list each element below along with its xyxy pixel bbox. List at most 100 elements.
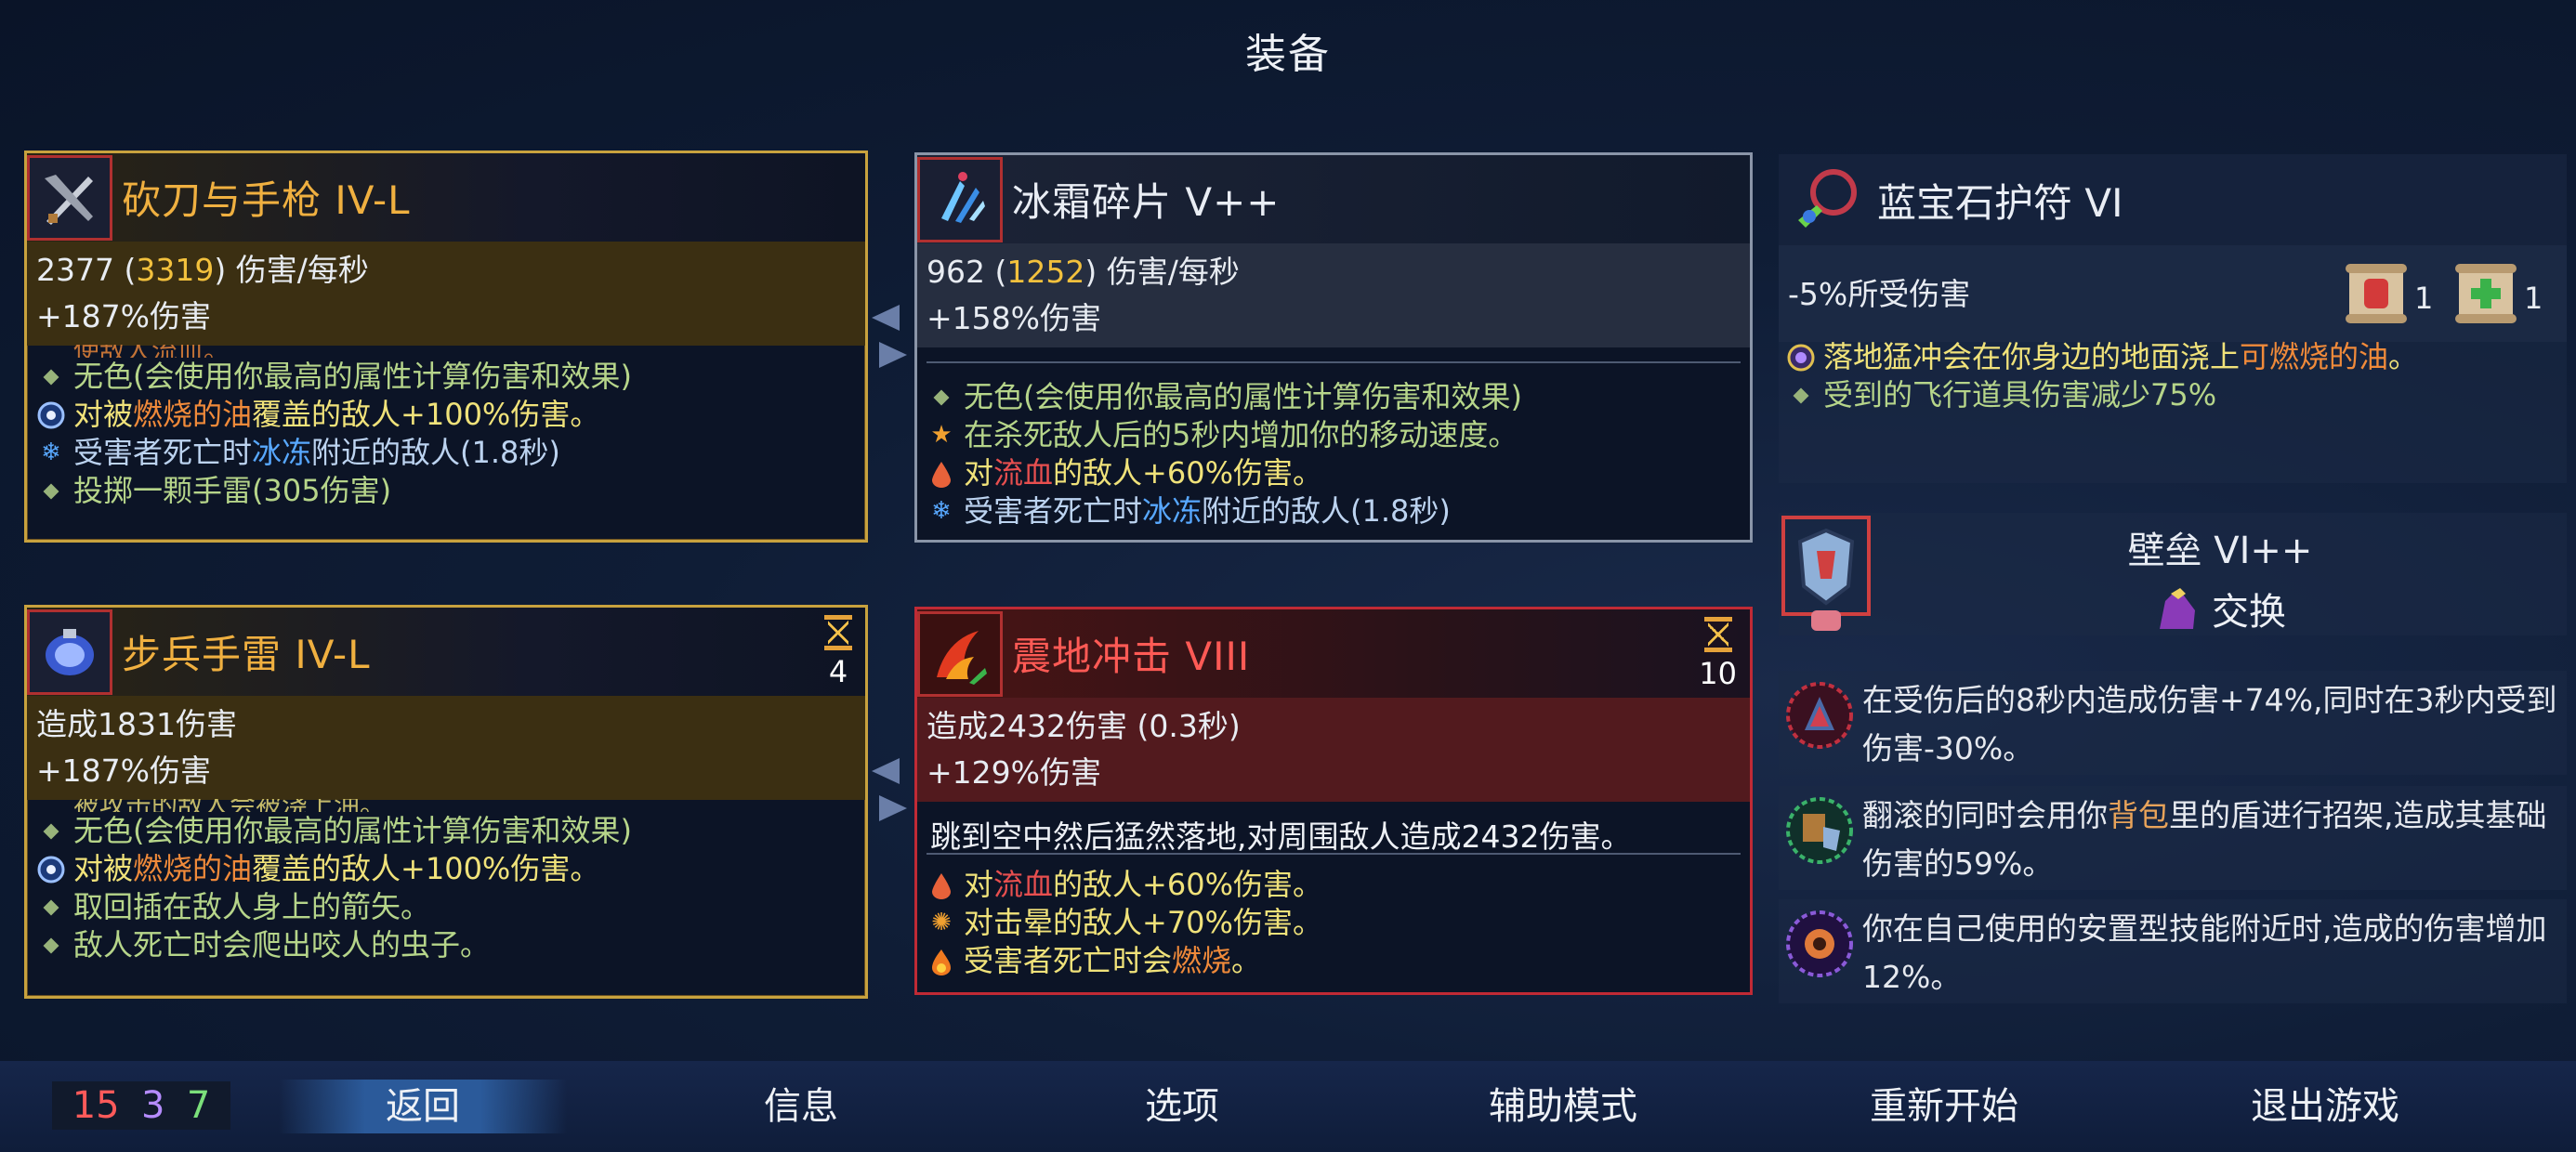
effect-row: 受害者死亡时会 燃烧。: [927, 942, 1741, 980]
diamond-bullet-icon: [43, 937, 59, 953]
weapon-effects: 使敌人流血。 无色(会使用你最高的属性计算伤害和效果) 对被燃烧的油覆盖的敌人+…: [36, 345, 856, 510]
effect-row: 敌人死亡时会爬出咬人的虫子。: [36, 926, 856, 964]
skill-slot-primary[interactable]: 步兵手雷 IV-L 4 造成1831伤害 +187%伤害 被攻击的敌人会被浇上油…: [24, 605, 868, 999]
diamond-bullet-icon: [43, 483, 59, 499]
snowflake-icon: ❄: [41, 439, 61, 466]
cooldown: 10: [1699, 617, 1737, 691]
weapon-name: 冰霜碎片 V++: [1012, 179, 1281, 225]
arrow-right-icon: [879, 795, 907, 821]
weapon-header: 冰霜碎片 V++: [917, 155, 1750, 243]
scroll-survival-count: 1: [2524, 281, 2543, 316]
arrow-right-icon: [879, 342, 907, 368]
skill-description: 跳到空中然后猛然落地,对周围敌人造成2432伤害。: [930, 818, 1632, 855]
effect-row: 对被 燃烧的油 覆盖的敌人+100%伤害。: [36, 396, 856, 434]
oil-swirl-icon: [36, 855, 66, 884]
skill-effects: 被攻击的敌人会被浇上油。 无色(会使用你最高的属性计算伤害和效果) 对被燃烧的油…: [36, 799, 856, 964]
skill-header: 步兵手雷 IV-L: [27, 608, 865, 696]
arrow-left-icon: [872, 305, 900, 331]
mutation-text: 翻滚的同时会用你背包里的盾进行招架,造成其基础伤害的59%。: [1862, 797, 2547, 882]
info-button[interactable]: 信息: [662, 1080, 940, 1133]
divider: [927, 361, 1741, 363]
skill-header: 震地冲击 VIII: [917, 609, 1750, 698]
cooldown-value: 10: [1699, 656, 1737, 691]
mutation-text: 在受伤后的8秒内造成伤害+74%,同时在3秒内受到伤害-30%。: [1862, 682, 2557, 766]
weapon-stats: 962 (1252) 伤害/每秒 +158%伤害: [917, 243, 1750, 347]
cooldown: 4: [824, 615, 852, 689]
assist-mode-button[interactable]: 辅助模式: [1424, 1080, 1702, 1133]
dps-value: 962 (: [927, 254, 1007, 290]
diamond-bullet-icon: [43, 369, 59, 385]
damage-bonus: +129%伤害: [927, 754, 1101, 791]
dps-value: 2377 (: [36, 252, 137, 288]
effect-row: 落地猛冲会在你身边的地面浇上 可燃烧的油。: [1786, 338, 2557, 376]
stun-icon: ✺: [931, 909, 952, 936]
blood-drop-icon: [927, 871, 956, 900]
vengeance-mutation-icon: [1782, 678, 1857, 753]
skill-slot-secondary[interactable]: 震地冲击 VIII 10 造成2432伤害 (0.3秒) +129%伤害 跳到空…: [914, 607, 1753, 995]
effect-row: 无色(会使用你最高的属性计算伤害和效果): [36, 358, 856, 396]
hourglass-icon: [1703, 617, 1732, 652]
hourglass-icon: [824, 615, 852, 650]
effect-row: 受到的飞行道具伤害减少75%: [1786, 376, 2557, 414]
damage-bonus: +187%伤害: [36, 753, 211, 789]
diamond-bullet-icon: [43, 899, 59, 915]
swap-arrows-skills: [868, 758, 911, 832]
ground-smash-icon: [917, 610, 1003, 697]
mutation-text: 你在自己使用的安置型技能附近时,造成的伤害增加12%。: [1862, 910, 2547, 995]
frost-shard-icon: [917, 156, 1003, 242]
damage-value: 造成1831伤害: [36, 706, 237, 742]
mutation-item[interactable]: 你在自己使用的安置型技能附近时,造成的伤害增加12%。: [1779, 899, 2567, 1003]
mutation-item[interactable]: 在受伤后的8秒内造成伤害+74%,同时在3秒内受到伤害-30%。: [1779, 671, 2567, 775]
effect-row: 投掷一颗手雷(305伤害): [36, 472, 856, 510]
effect-row: 对被 燃烧的油 覆盖的敌人+100%伤害。: [36, 850, 856, 888]
dps-high-value: 1252: [1006, 254, 1085, 290]
effect-row: ❄ 受害者死亡时 冰冻 附近的敌人(1.8秒): [36, 434, 856, 472]
amulet-stats: -5%所受伤害 1 1: [1779, 245, 2567, 342]
swap-button[interactable]: 交换: [2152, 582, 2286, 635]
weapon-effects: 无色(会使用你最高的属性计算伤害和效果) ★ 在杀死敌人后的5秒内增加你的移动速度…: [927, 378, 1741, 530]
weapon-header: 砍刀与手枪 IV-L: [27, 153, 865, 242]
skill-effects: 对流血 的敌人+60%伤害。 ✺ 对击晕的敌人+70%伤害。 受害者死亡时会 燃烧。: [927, 866, 1741, 980]
effect-row: 对流血 的敌人+60%伤害。: [927, 454, 1741, 492]
dps-unit: ) 伤害/每秒: [214, 252, 369, 288]
amulet-slot[interactable]: 蓝宝石护符 VI -5%所受伤害 1 1 落地猛冲会在你身边的地面浇上 可燃烧的油…: [1779, 154, 2567, 483]
skill-stats: 造成1831伤害 +187%伤害: [27, 696, 865, 800]
screen-title: 装备: [1245, 31, 1331, 78]
options-button[interactable]: 选项: [1043, 1080, 1321, 1133]
cut-effect: 被攻击的敌人会被浇上油。: [36, 799, 856, 812]
shield-name: 壁垒 VI++: [2127, 530, 2313, 572]
weapon-slot-primary[interactable]: 砍刀与手枪 IV-L 2377 (3319) 伤害/每秒 +187%伤害 使敌人…: [24, 151, 868, 543]
amulet-header: 蓝宝石护符 VI: [1779, 154, 2567, 245]
cut-effect: 使敌人流血。: [36, 345, 856, 358]
weapon-slot-secondary[interactable]: 冰霜碎片 V++ 962 (1252) 伤害/每秒 +158%伤害 无色(会使用…: [914, 152, 1753, 543]
parry-backpack-mutation-icon: [1782, 793, 1857, 868]
effect-row: ✺ 对击晕的敌人+70%伤害。: [927, 904, 1741, 942]
skill-stats: 造成2432伤害 (0.3秒) +129%伤害: [917, 698, 1750, 802]
cooldown-value: 4: [828, 654, 848, 689]
effect-row: ★ 在杀死敌人后的5秒内增加你的移动速度。: [927, 416, 1741, 454]
amulet-name: 蓝宝石护符 VI: [1877, 179, 2123, 226]
skill-name: 步兵手雷 IV-L: [122, 632, 371, 677]
tactics-count: 3: [140, 1084, 165, 1127]
diamond-bullet-icon: [43, 823, 59, 839]
dps-unit: ) 伤害/每秒: [1084, 254, 1240, 290]
oil-swirl-icon: [1786, 343, 1816, 373]
effect-row: 无色(会使用你最高的属性计算伤害和效果): [36, 812, 856, 850]
shield-slot[interactable]: 壁垒 VI++ 交换: [1779, 513, 2567, 635]
skill-name: 震地冲击 VIII: [1012, 634, 1251, 679]
scroll-brutality-icon: [2344, 260, 2409, 327]
fire-icon: [927, 947, 956, 976]
back-button[interactable]: 返回: [279, 1080, 567, 1133]
diamond-bullet-icon: [1793, 387, 1809, 403]
diamond-bullet-icon: [933, 389, 950, 405]
divider: [927, 853, 1741, 855]
quit-game-button[interactable]: 退出游戏: [2186, 1080, 2464, 1133]
restart-button[interactable]: 重新开始: [1805, 1080, 2083, 1133]
brutality-count: 15: [72, 1084, 120, 1127]
mutation-item[interactable]: 翻滚的同时会用你背包里的盾进行招架,造成其基础伤害的59%。: [1779, 786, 2567, 890]
weapon-name: 砍刀与手枪 IV-L: [122, 177, 411, 223]
amulet-effects: 落地猛冲会在你身边的地面浇上 可燃烧的油。 受到的飞行道具伤害减少75%: [1786, 338, 2557, 414]
swap-glove-icon: [2152, 584, 2201, 633]
sapphire-amulet-icon: [1784, 158, 1868, 242]
weapon-stats: 2377 (3319) 伤害/每秒 +187%伤害: [27, 242, 865, 346]
